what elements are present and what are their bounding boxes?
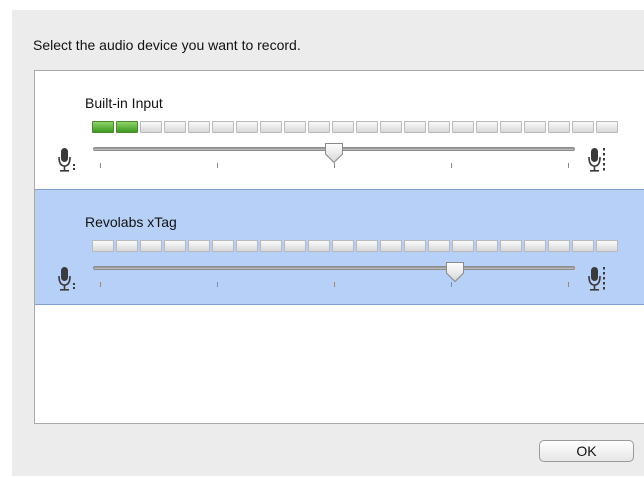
record-device-dialog: Select the audio device you want to reco… xyxy=(12,10,644,476)
level-meter-segment xyxy=(236,121,258,133)
level-meter-segment xyxy=(236,240,258,252)
device-name: Revolabs xTag xyxy=(85,214,177,230)
level-meter-segment xyxy=(284,240,306,252)
gain-slider-thumb[interactable] xyxy=(324,142,344,164)
gain-tick xyxy=(568,282,569,287)
gain-tick xyxy=(451,163,452,168)
level-meter-segment xyxy=(188,121,210,133)
gain-tick xyxy=(100,163,101,168)
level-meter-segment xyxy=(308,121,330,133)
gain-tick xyxy=(217,282,218,287)
level-meter-segment xyxy=(380,240,402,252)
level-meter-segment xyxy=(356,240,378,252)
gain-tick xyxy=(568,163,569,168)
device-name: Built-in Input xyxy=(85,95,163,111)
level-meter-segment xyxy=(572,121,594,133)
level-meter-segment xyxy=(452,121,474,133)
level-meter-segment xyxy=(356,121,378,133)
level-meter-segment xyxy=(428,121,450,133)
input-level-meter xyxy=(92,240,618,252)
gain-tick xyxy=(100,282,101,287)
level-meter-segment xyxy=(212,121,234,133)
level-meter-segment xyxy=(92,121,114,133)
level-meter-segment xyxy=(404,240,426,252)
level-meter-segment xyxy=(380,121,402,133)
level-meter-segment xyxy=(404,121,426,133)
level-meter-segment xyxy=(572,240,594,252)
level-meter-segment xyxy=(116,121,138,133)
level-meter-segment xyxy=(500,121,522,133)
gain-slider-track[interactable] xyxy=(93,266,575,270)
gain-tick xyxy=(217,163,218,168)
level-meter-segment xyxy=(260,240,282,252)
microphone-high-icon xyxy=(588,146,610,176)
device-list[interactable]: Built-in Input Revolabs xTag xyxy=(34,70,644,424)
input-level-meter xyxy=(92,121,618,133)
microphone-low-icon xyxy=(57,146,79,176)
level-meter-segment xyxy=(500,240,522,252)
level-meter-segment xyxy=(524,240,546,252)
level-meter-segment xyxy=(164,240,186,252)
level-meter-segment xyxy=(548,121,570,133)
level-meter-segment xyxy=(284,121,306,133)
level-meter-segment xyxy=(308,240,330,252)
level-meter-segment xyxy=(476,240,498,252)
level-meter-segment xyxy=(428,240,450,252)
level-meter-segment xyxy=(164,121,186,133)
level-meter-segment xyxy=(548,240,570,252)
level-meter-segment xyxy=(332,240,354,252)
level-meter-segment xyxy=(260,121,282,133)
device-row-revolabs-xtag[interactable]: Revolabs xTag xyxy=(35,189,644,305)
level-meter-segment xyxy=(188,240,210,252)
microphone-low-icon xyxy=(57,265,79,295)
gain-tick xyxy=(334,282,335,287)
microphone-high-icon xyxy=(588,265,610,295)
level-meter-segment xyxy=(452,240,474,252)
dialog-prompt: Select the audio device you want to reco… xyxy=(33,37,301,53)
level-meter-segment xyxy=(140,121,162,133)
level-meter-segment xyxy=(332,121,354,133)
level-meter-segment xyxy=(596,121,618,133)
ok-button[interactable]: OK xyxy=(539,440,634,462)
level-meter-segment xyxy=(476,121,498,133)
level-meter-segment xyxy=(140,240,162,252)
device-row-built-in-input[interactable]: Built-in Input xyxy=(35,71,644,187)
level-meter-segment xyxy=(596,240,618,252)
level-meter-segment xyxy=(524,121,546,133)
level-meter-segment xyxy=(212,240,234,252)
gain-slider-thumb[interactable] xyxy=(445,261,465,283)
level-meter-segment xyxy=(92,240,114,252)
level-meter-segment xyxy=(116,240,138,252)
